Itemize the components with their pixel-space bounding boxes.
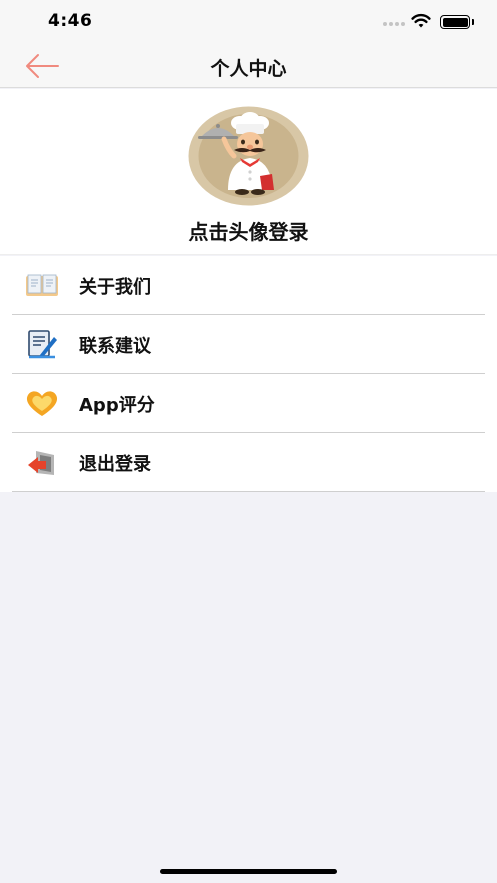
menu-item-label: App评分 (79, 395, 155, 416)
heart-icon (26, 391, 58, 416)
menu-item-about-us[interactable]: 关于我们 (0, 256, 497, 315)
status-time: 4:46 (48, 11, 93, 31)
battery-cap (472, 19, 474, 25)
book-icon (26, 274, 58, 296)
battery-icon (440, 15, 470, 29)
screen: 4:46 个人中心 点击头像登录 关于我们 联系建议 App评分 退出登录 (0, 0, 497, 883)
menu-item-label: 关于我们 (79, 277, 151, 298)
wifi-icon (411, 13, 431, 28)
menu-item-logout[interactable]: 退出登录 (0, 433, 497, 492)
page-title: 个人中心 (210, 58, 287, 80)
status-bar: 4:46 (0, 0, 497, 44)
avatar[interactable] (188, 106, 309, 206)
nav-bar: 个人中心 (0, 44, 497, 88)
menu-item-app-rating[interactable]: App评分 (0, 374, 497, 433)
document-pen-icon (28, 330, 57, 359)
menu-item-label: 退出登录 (79, 454, 151, 475)
login-prompt[interactable]: 点击头像登录 (0, 216, 497, 245)
profile-header: 点击头像登录 (0, 89, 497, 255)
menu-item-label: 联系建议 (79, 336, 151, 357)
menu-list: 关于我们 联系建议 App评分 退出登录 (0, 256, 497, 492)
cellular-signal-icon (383, 22, 405, 26)
menu-item-feedback[interactable]: 联系建议 (0, 315, 497, 374)
home-indicator[interactable] (160, 869, 337, 874)
exit-icon (28, 451, 54, 475)
chef-avatar-icon (188, 106, 309, 206)
